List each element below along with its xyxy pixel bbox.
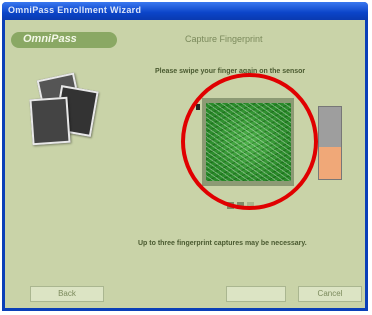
next-button[interactable] <box>226 286 286 302</box>
annotation-circle <box>181 73 318 210</box>
photos-icon <box>27 68 99 148</box>
window-title: OmniPass Enrollment Wizard <box>8 5 142 15</box>
capture-note: Up to three fingerprint captures may be … <box>138 240 307 247</box>
cancel-button[interactable]: Cancel <box>298 286 362 302</box>
quality-gauge-fill <box>319 146 341 179</box>
title-bar[interactable]: OmniPass Enrollment Wizard <box>2 2 368 20</box>
swipe-instruction: Please swipe your finger again on the se… <box>155 68 306 75</box>
photo-3 <box>29 96 71 146</box>
quality-gauge <box>318 106 342 180</box>
page-title: Capture Fingerprint <box>185 34 263 44</box>
logo-text: OmniPass <box>23 33 77 45</box>
omnipass-logo: OmniPass <box>11 32 117 48</box>
back-button[interactable]: Back <box>30 286 104 302</box>
